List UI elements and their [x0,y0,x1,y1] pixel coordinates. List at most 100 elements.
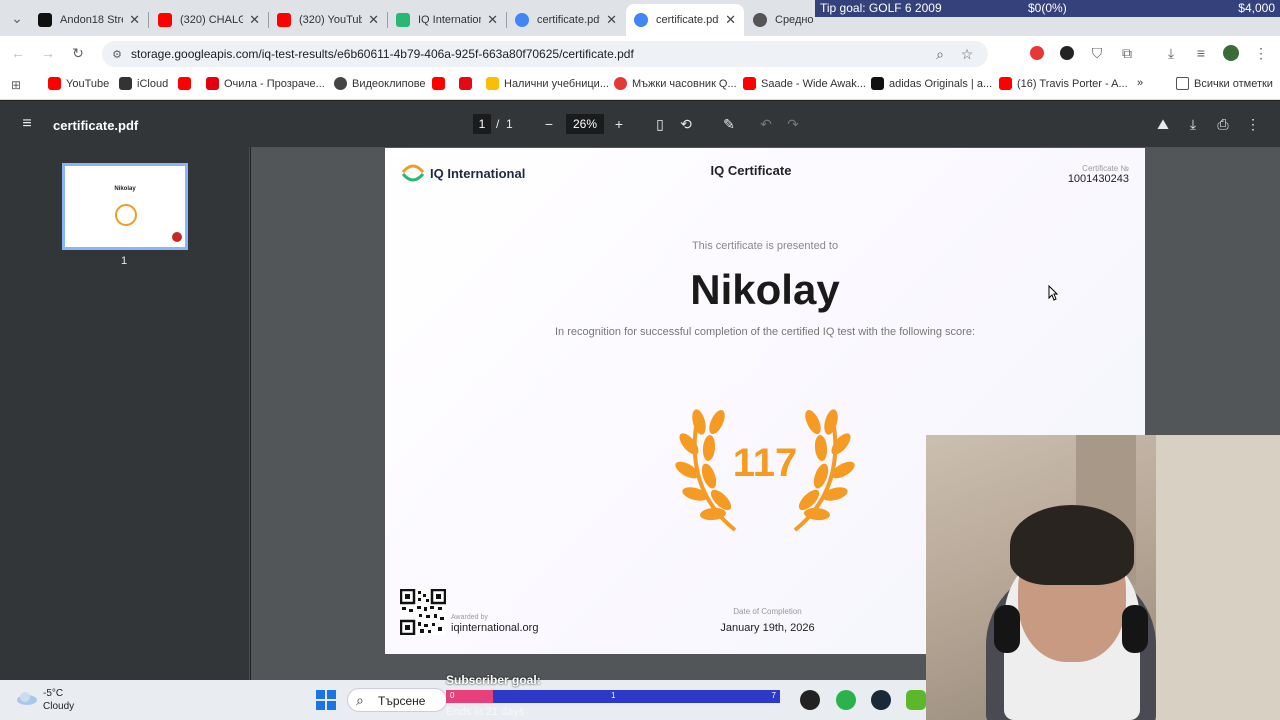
close-tab-icon[interactable]: ✕ [606,12,617,28]
reload-icon[interactable]: ↻ [69,44,87,62]
zoom-level-input[interactable]: 26% [566,114,604,134]
close-tab-icon[interactable]: ✕ [129,12,140,28]
tab-search-chevron-icon[interactable]: ⌄ [8,9,26,27]
bookmark-travis-porter[interactable]: (16) Travis Porter - A... [999,77,1128,90]
webcam-window-light [1156,435,1280,720]
bookmark-watch[interactable]: Мъжки часовник Q... [614,77,737,90]
site-info-icon[interactable]: ⚙ [108,45,126,63]
youtube-icon [48,77,61,90]
save-to-drive-icon[interactable]: ⛰ [1154,115,1172,133]
awarded-by-label: Awarded by [451,614,488,621]
taskbar-app-utorrent-icon[interactable] [906,690,926,710]
print-icon[interactable]: ⎙ [1214,115,1232,133]
rotate-icon[interactable]: ⟲ [677,115,695,133]
bookmark-saade[interactable]: Saade - Wide Awak... [743,77,866,90]
browser-menu-icon[interactable]: ⋮ [1252,44,1270,62]
cloudy-weather-icon [17,692,37,705]
apple-icon [119,77,132,90]
address-bar[interactable]: ⚙ storage.googleapis.com/iq-test-results… [102,41,988,67]
bookmark-videoclips[interactable]: Видеоклипове [334,77,426,90]
sidebar-menu-icon[interactable]: ≡ [18,115,36,133]
taskbar-app-obs-icon[interactable] [800,690,820,710]
tip-goal-progress: $0(0%) [1028,1,1067,15]
bookmark-icloud[interactable]: iCloud [119,77,168,90]
bookmark-youtube-3[interactable] [432,77,450,90]
all-bookmarks-folder[interactable]: Всички отметки [1176,77,1273,90]
tab-divider [148,12,149,28]
forward-icon[interactable]: → [39,44,57,62]
goal-current: 1 [611,691,616,700]
extensions-puzzle-icon[interactable]: ⧉ [1118,44,1136,62]
laurel-wreath-score: 117 [675,409,855,532]
bookmark-adidas[interactable]: adidas Originals | a... [871,77,992,90]
youtube-icon [432,77,445,90]
youtube-icon [743,77,756,90]
page-separator: / [496,117,500,131]
google-drive-icon [486,77,499,90]
bookmark-star-icon[interactable]: ☆ [958,45,976,63]
stream-tip-goal-overlay: Tip goal: GOLF 6 2009 $0(0%) $4,000 [815,0,1280,17]
undo-icon[interactable]: ↶ [757,115,775,133]
close-tab-icon[interactable]: ✕ [725,12,736,28]
zoom-icon[interactable]: ⌕ [931,45,949,63]
taskbar-app-green-icon[interactable] [836,690,856,710]
tab-4[interactable]: certificate.pdf ✕ [507,4,625,36]
page-total: 1 [506,117,513,131]
tab-1[interactable]: (320) CHALGA ✕ [150,4,268,36]
headset-left-cup [994,605,1020,653]
tab-3[interactable]: IQ Internation ✕ [388,4,506,36]
taskbar-search[interactable]: ⌕ Търсене [347,688,447,712]
tab-0[interactable]: Andon18 Stre ✕ [30,4,148,36]
tab-2[interactable]: (320) YouTube ✕ [269,4,387,36]
media-control-icon[interactable]: ≡ [1192,44,1210,62]
back-icon[interactable]: ← [9,44,27,62]
tip-goal-text: Tip goal: GOLF 6 2009 [820,1,942,15]
fit-page-icon[interactable]: ▯ [651,115,669,133]
bookmark-drive[interactable]: Налични учебници... [486,77,609,90]
apps-grid-icon[interactable]: ⊞ [7,76,25,94]
page-number-input[interactable]: 1 [473,114,491,134]
iq-international-icon [396,13,410,27]
webcam-overlay [926,435,1280,720]
redo-icon[interactable]: ↷ [784,115,802,133]
bookmark-hm[interactable]: Очила - Прозраче... [206,77,325,90]
adblock-icon[interactable] [1030,46,1044,60]
webcam-person-hair [1010,505,1134,585]
windows-start-icon[interactable] [316,690,336,710]
tab-active[interactable]: certificate.pdf ✕ [626,4,744,36]
taskbar-app-steam-icon[interactable] [871,690,891,710]
globe-icon [515,13,529,27]
shield-icon[interactable]: ⛉ [1088,44,1106,62]
more-bookmarks-chevron-icon[interactable]: » [1137,77,1143,89]
goal-ends-text: Ends in 21 days [446,706,525,718]
zoom-out-icon[interactable]: − [540,115,558,133]
completion-date-label: Date of Completion [733,607,802,616]
bookmark-youtube[interactable]: YouTube [48,77,109,90]
profile-avatar[interactable] [1223,45,1239,61]
youtube-icon [277,13,291,27]
qr-code [400,589,446,635]
pdf-filename: certificate.pdf [53,118,139,133]
tip-goal-target: $4,000 [1238,1,1275,15]
downloads-icon[interactable]: ⤓ [1162,44,1180,62]
close-tab-icon[interactable]: ✕ [368,12,379,28]
pdf-toolbar: ≡ certificate.pdf − + ▯ ⟲ ✎ ↶ ↷ ⛰ ⤓ ⎙ ⋮ [0,101,1280,147]
page-thumbnail[interactable]: Nikolay [62,163,188,250]
pdf-more-icon[interactable]: ⋮ [1244,115,1262,133]
zoom-in-icon[interactable]: + [610,115,628,133]
presented-to-text: This certificate is presented to [691,240,839,252]
annotate-icon[interactable]: ✎ [720,115,738,133]
hm-icon [206,77,219,90]
globe-icon [634,13,648,27]
download-icon[interactable]: ⤓ [1184,115,1202,133]
tab-6[interactable]: Средно IQ [745,4,825,36]
url-text[interactable]: storage.googleapis.com/iq-test-results/e… [131,47,634,61]
extension-icon[interactable] [1060,46,1074,60]
weather-condition: Cloudy [43,701,75,712]
close-tab-icon[interactable]: ✕ [487,12,498,28]
adidas-icon [871,77,884,90]
globe-icon [334,77,347,90]
close-tab-icon[interactable]: ✕ [249,12,260,28]
bookmark-netflix[interactable] [459,77,477,90]
bookmark-youtube-2[interactable] [178,77,196,90]
